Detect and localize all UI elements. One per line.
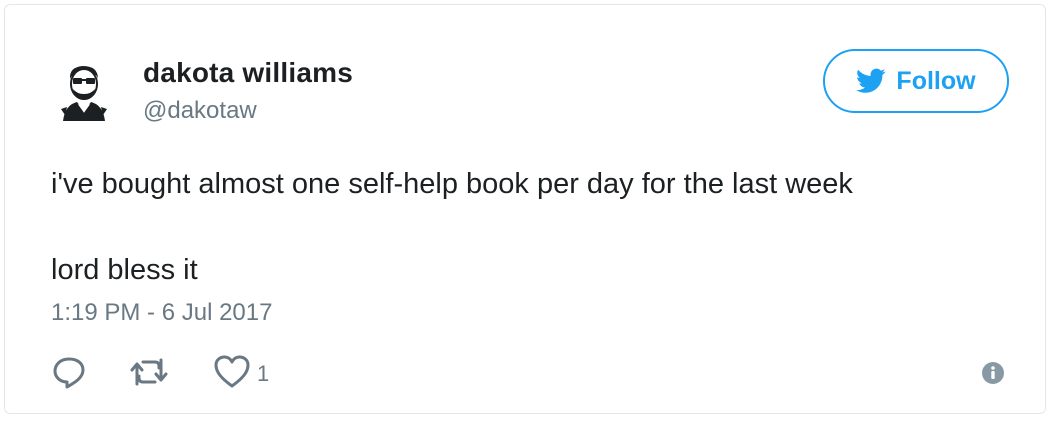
avatar[interactable] bbox=[53, 59, 115, 121]
user-handle[interactable]: @dakotaw bbox=[143, 97, 257, 125]
follow-button[interactable]: Follow bbox=[823, 49, 1009, 113]
tweet-line-2: lord bless it bbox=[51, 254, 198, 286]
tweet-text: i've bought almost one self-help book pe… bbox=[51, 163, 1011, 291]
like-count: 1 bbox=[257, 361, 270, 386]
retweet-button[interactable] bbox=[129, 355, 169, 393]
heart-icon bbox=[213, 354, 251, 395]
reply-icon bbox=[51, 354, 87, 395]
user-name[interactable]: dakota williams bbox=[143, 57, 353, 89]
like-button[interactable]: 1 bbox=[213, 355, 269, 393]
follow-button-label: Follow bbox=[896, 66, 976, 95]
reply-button[interactable] bbox=[51, 355, 87, 393]
twitter-bird-icon bbox=[856, 68, 886, 94]
info-icon[interactable] bbox=[981, 361, 1005, 385]
tweet-timestamp[interactable]: 1:19 PM - 6 Jul 2017 bbox=[51, 299, 272, 327]
retweet-icon bbox=[129, 354, 169, 395]
tweet-line-1: i've bought almost one self-help book pe… bbox=[51, 168, 853, 200]
tweet-card: dakota williams @dakotaw Follow i've bou… bbox=[4, 4, 1046, 414]
